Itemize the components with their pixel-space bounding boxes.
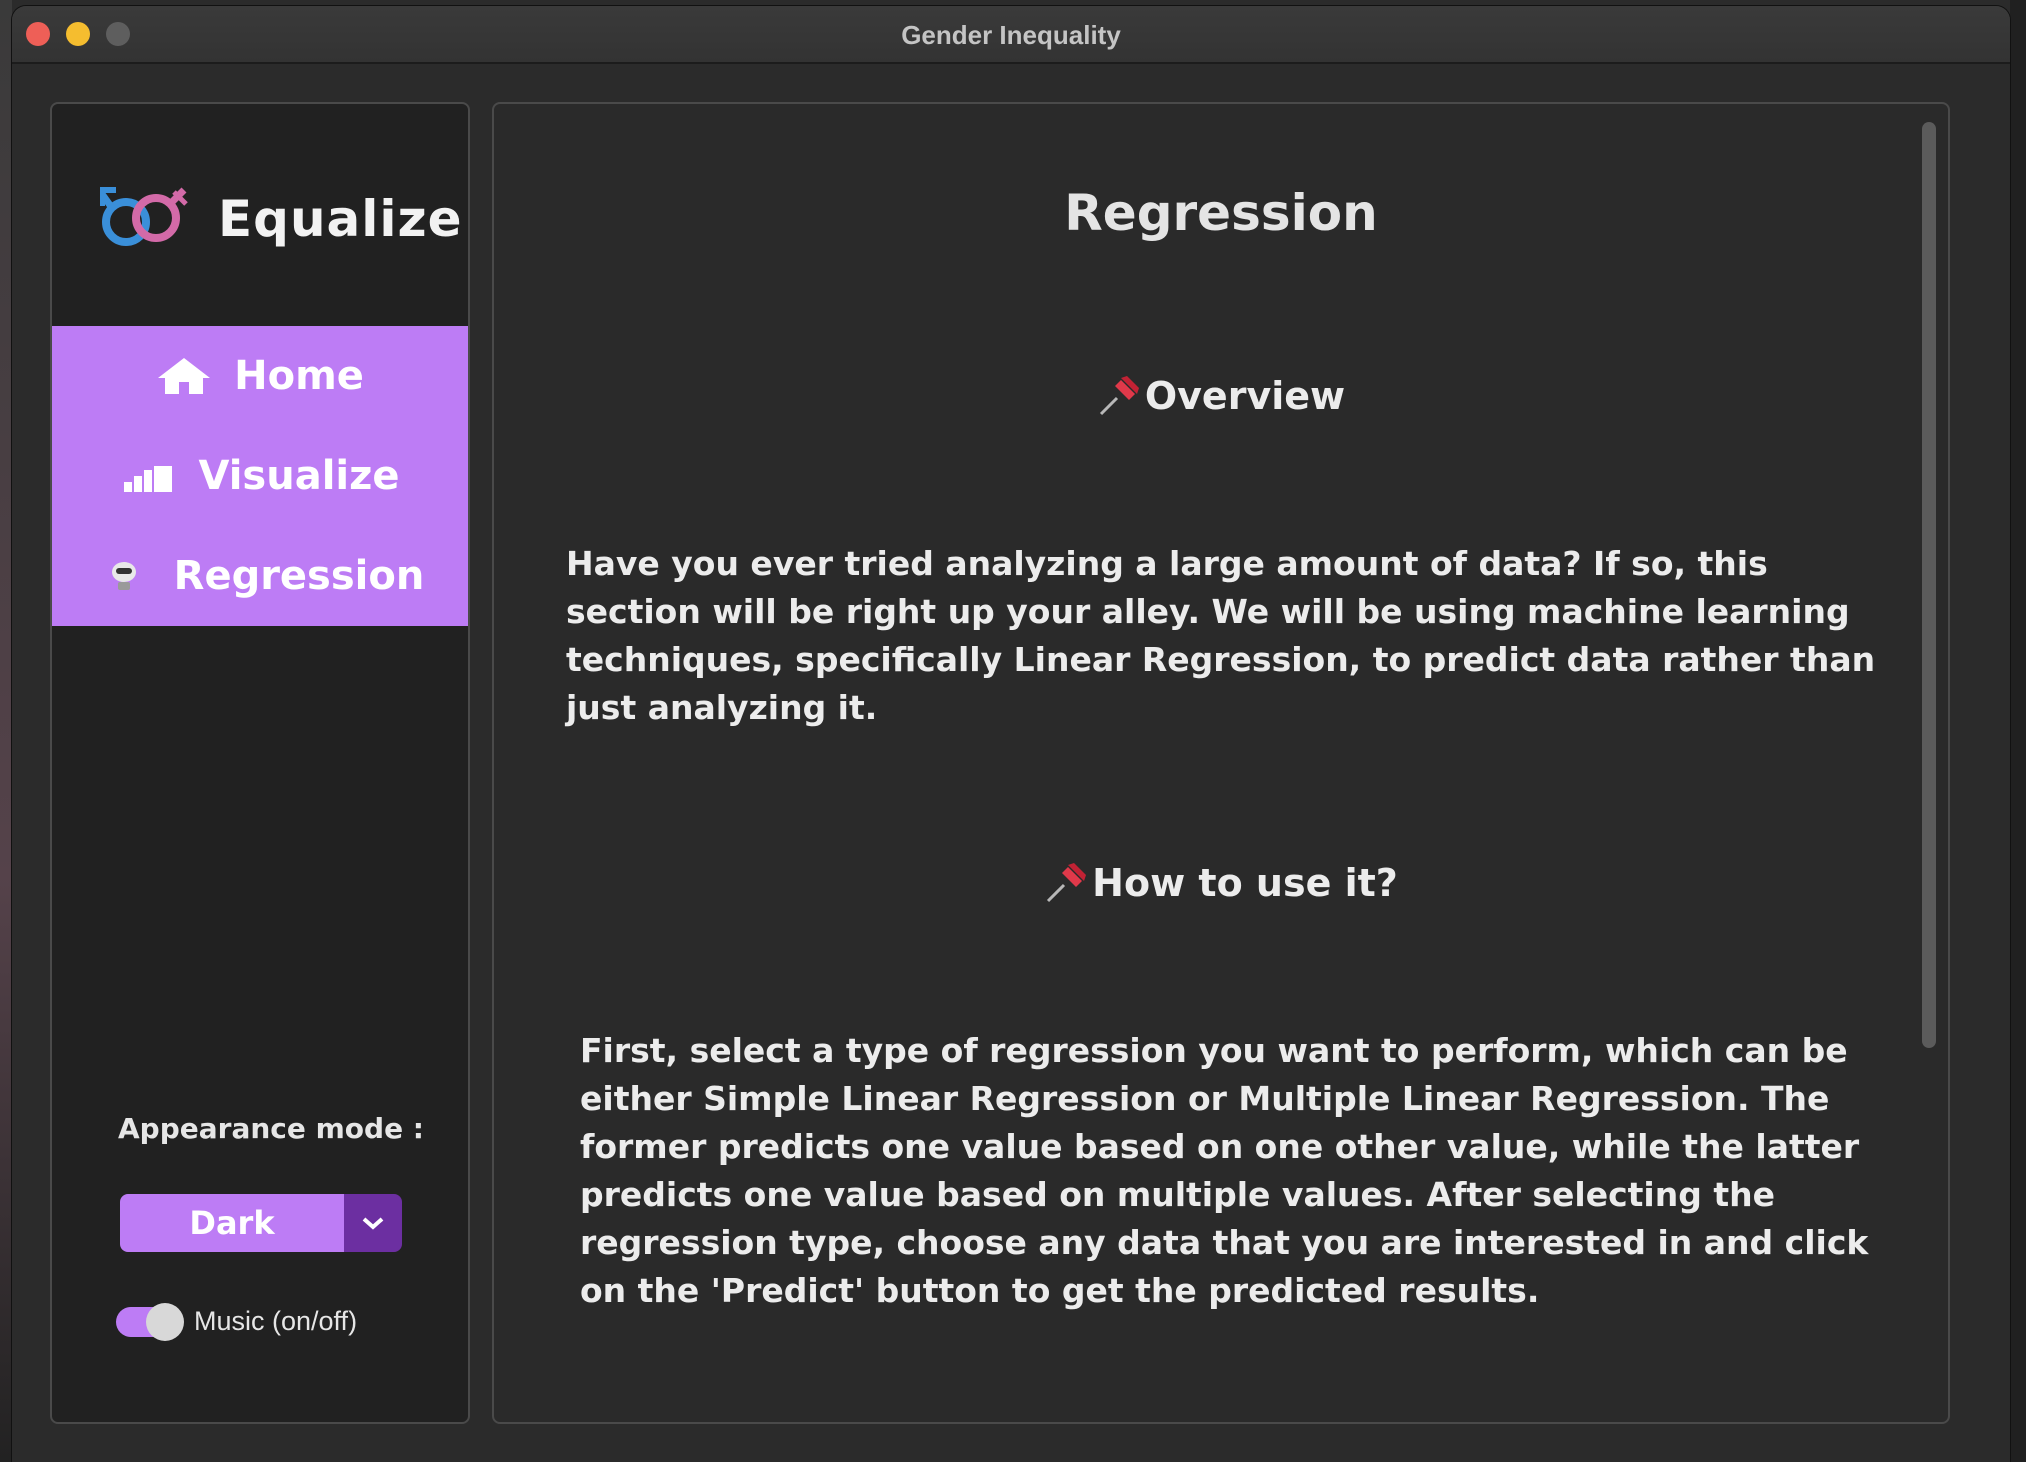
- sidebar-item-label: Visualize: [198, 453, 400, 499]
- overview-paragraph: Have you ever tried analyzing a large am…: [566, 544, 1876, 727]
- how-to-use-paragraph: First, select a type of regression you w…: [580, 1031, 1869, 1310]
- home-icon: [156, 354, 212, 398]
- toggle-knob: [146, 1302, 184, 1341]
- vertical-scrollbar[interactable]: [1922, 122, 1936, 1048]
- gender-symbol-logo-icon: [100, 187, 188, 246]
- window-title: Gender Inequality: [901, 20, 1121, 50]
- brand-name: Equalize: [218, 190, 463, 248]
- app-window: Gender Inequality Equalize Home Visualiz…: [12, 6, 2010, 1462]
- desktop-background-right: [2010, 0, 2026, 1462]
- pushpin-icon: [1047, 863, 1087, 903]
- page-title: Regression: [1064, 184, 1378, 242]
- appearance-mode-label: Appearance mode :: [118, 1112, 425, 1145]
- sidebar-item-visualize[interactable]: Visualize: [52, 426, 468, 526]
- appearance-mode-dropdown[interactable]: Dark: [120, 1194, 402, 1252]
- overview-heading-text: Overview: [1144, 374, 1346, 418]
- sidebar-item-label: Regression: [173, 553, 425, 599]
- brand: Equalize: [100, 184, 463, 254]
- sidebar-item-regression[interactable]: Regression: [52, 526, 468, 626]
- desktop-background-left: [0, 0, 12, 1462]
- sidebar: Equalize Home Visualize Regression Appea…: [50, 102, 470, 1424]
- appearance-mode-value[interactable]: Dark: [120, 1194, 344, 1252]
- main-content-panel: Regression Overview Have you ever tried …: [492, 102, 1950, 1424]
- how-to-use-heading: How to use it?: [494, 861, 1948, 905]
- music-toggle-row: Music (on/off): [116, 1302, 358, 1341]
- overview-heading: Overview: [494, 374, 1948, 418]
- music-toggle-label: Music (on/off): [194, 1306, 358, 1336]
- how-to-use-heading-text: How to use it?: [1092, 861, 1398, 905]
- title-bar: Gender Inequality: [12, 6, 2010, 64]
- sidebar-item-label: Home: [234, 353, 364, 399]
- chevron-down-icon[interactable]: [344, 1194, 402, 1252]
- bar-chart-icon: [120, 454, 176, 498]
- robot-icon: [96, 554, 152, 598]
- sidebar-item-home[interactable]: Home: [52, 326, 468, 426]
- pushpin-icon: [1099, 376, 1139, 416]
- music-toggle-switch[interactable]: [116, 1302, 184, 1341]
- sidebar-nav: Home Visualize Regression: [52, 326, 468, 626]
